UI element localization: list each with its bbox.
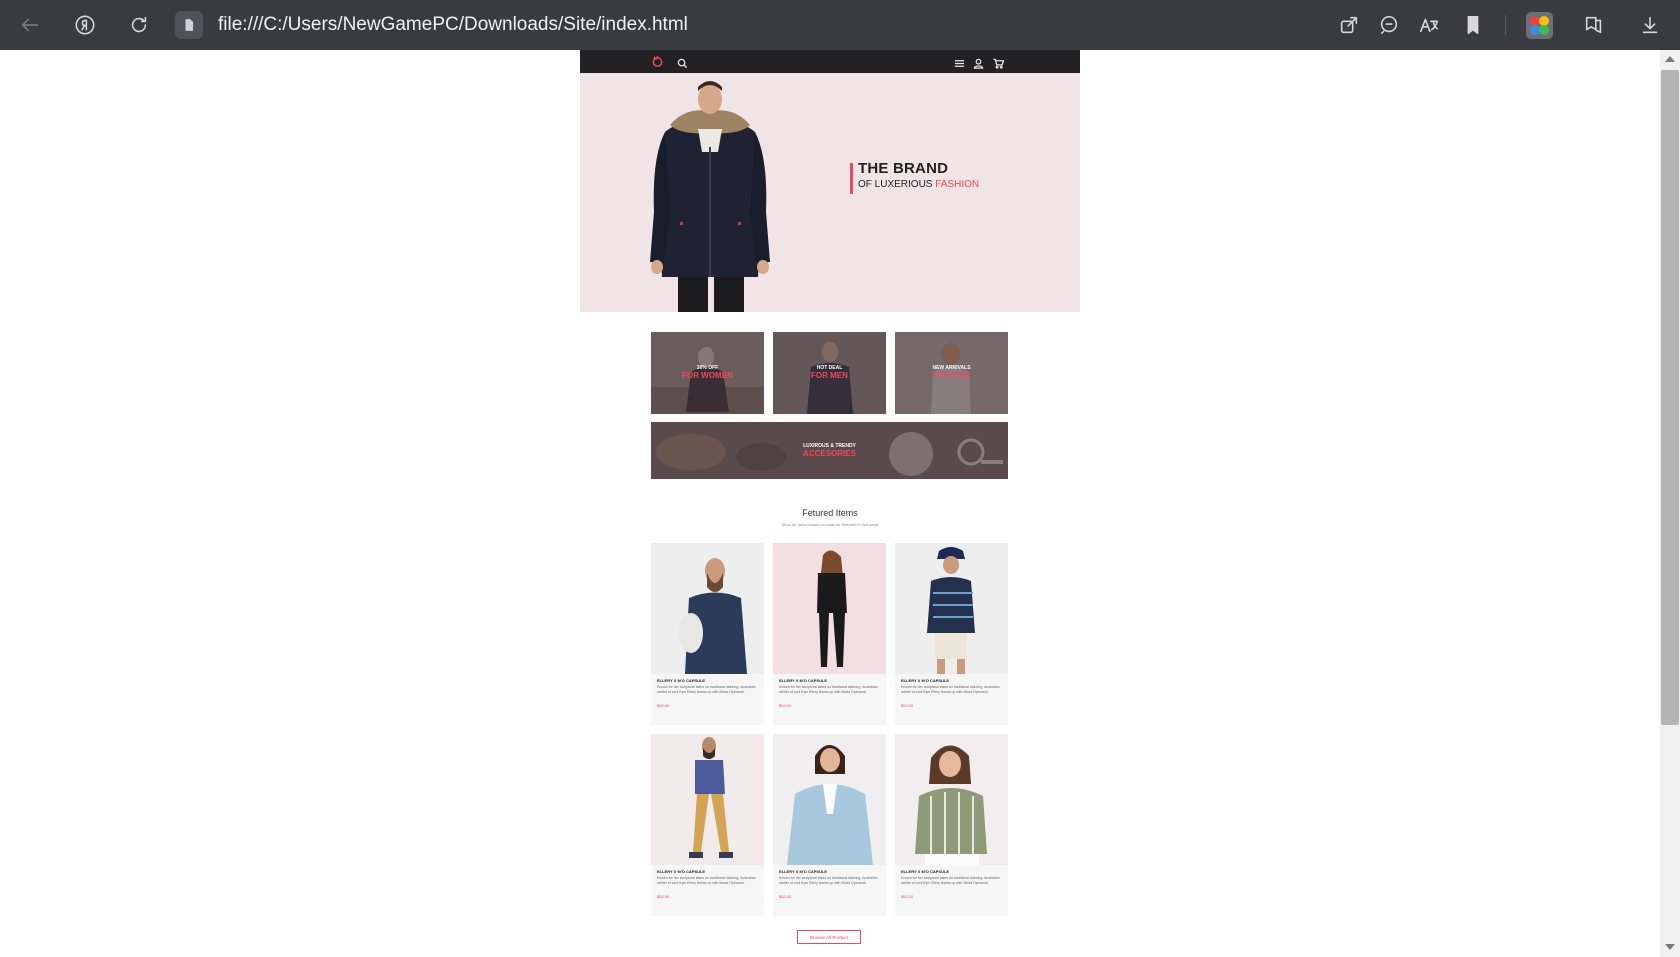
product-image bbox=[651, 543, 764, 674]
page-viewport: THE BRAND OF LUXERIOUS FASHION 30% OFF F… bbox=[0, 50, 1660, 957]
back-icon[interactable] bbox=[17, 12, 43, 38]
hero-subtitle-prefix: OF LUXERIOUS bbox=[858, 179, 933, 190]
hero-model-image bbox=[650, 81, 770, 312]
product-name[interactable]: ELLERY X M'O CAPSULE bbox=[779, 678, 827, 683]
menu-icon[interactable] bbox=[954, 56, 965, 67]
product-price: $52.00 bbox=[657, 703, 670, 708]
hero-title: THE BRAND bbox=[858, 160, 949, 177]
share-icon[interactable] bbox=[1336, 12, 1362, 38]
hero-subtitle-accent: FASHION bbox=[935, 179, 980, 190]
logo-icon[interactable] bbox=[651, 55, 664, 68]
hero-banner: THE BRAND OF LUXERIOUS FASHION bbox=[580, 73, 1080, 312]
product-card[interactable]: ELLERY X M'O CAPSULE Known for her sculp… bbox=[651, 734, 764, 916]
product-price: $52.00 bbox=[779, 894, 792, 899]
category-women[interactable]: 30% OFF FOR WOMEN bbox=[651, 332, 764, 414]
yandex-icon[interactable] bbox=[72, 12, 98, 38]
product-card[interactable]: ELLERY X M'O CAPSULE Known for her sculp… bbox=[895, 734, 1008, 916]
category-kids[interactable]: NEW ARRIVALS FOR KIDS bbox=[895, 332, 1008, 414]
product-price: $52.00 bbox=[657, 894, 670, 899]
product-description: Known for her sculptural takes on tradit… bbox=[901, 685, 1000, 694]
scrollbar-thumb[interactable] bbox=[1661, 70, 1679, 725]
hero-subtitle: OF LUXERIOUS FASHION bbox=[858, 179, 979, 190]
product-card[interactable]: ELLERY X M'O CAPSULE Known for her sculp… bbox=[773, 734, 886, 916]
address-bar[interactable]: file:///C:/Users/NewGamePC/Downloads/Sit… bbox=[218, 14, 688, 36]
featured-subtitle: Shop for items based on what we featured… bbox=[781, 522, 879, 527]
cart-icon[interactable] bbox=[993, 56, 1005, 69]
product-image bbox=[651, 734, 764, 865]
collections-icon[interactable] bbox=[1581, 12, 1607, 38]
product-price: $52.00 bbox=[901, 703, 914, 708]
product-name[interactable]: ELLERY X M'O CAPSULE bbox=[657, 869, 705, 874]
category-men-label: FOR MEN bbox=[811, 371, 848, 380]
browser-toolbar: file:///C:/Users/NewGamePC/Downloads/Sit… bbox=[0, 0, 1680, 50]
category-men[interactable]: HOT DEAL FOR MEN bbox=[773, 332, 886, 414]
bookmark-icon[interactable] bbox=[1460, 12, 1486, 38]
translate-icon[interactable] bbox=[1416, 12, 1442, 38]
product-description: Known for her sculptural takes on tradit… bbox=[657, 876, 756, 885]
category-women-label: FOR WOMEN bbox=[682, 371, 733, 380]
product-price: $52.00 bbox=[779, 703, 792, 708]
website: THE BRAND OF LUXERIOUS FASHION 30% OFF F… bbox=[580, 50, 1080, 957]
product-card[interactable]: ELLERY X M'O CAPSULE Known for her sculp… bbox=[773, 543, 886, 725]
product-name[interactable]: ELLERY X M'O CAPSULE bbox=[901, 869, 949, 874]
search-icon[interactable] bbox=[677, 56, 688, 69]
product-name[interactable]: ELLERY X M'O CAPSULE bbox=[779, 869, 827, 874]
browse-all-button[interactable]: Browse All Product bbox=[797, 930, 861, 944]
scroll-up-icon[interactable] bbox=[1665, 56, 1675, 62]
product-image bbox=[895, 734, 1008, 865]
hero-accent-bar bbox=[850, 163, 853, 194]
product-image bbox=[773, 543, 886, 674]
product-card[interactable]: ELLERY X M'O CAPSULE Known for her sculp… bbox=[895, 543, 1008, 725]
product-description: Known for her sculptural takes on tradit… bbox=[657, 685, 756, 694]
product-description: Known for her sculptural takes on tradit… bbox=[779, 685, 878, 694]
product-image bbox=[895, 543, 1008, 674]
chat-icon[interactable] bbox=[1376, 12, 1402, 38]
extension-icon[interactable] bbox=[1526, 12, 1553, 39]
category-kids-label: FOR KIDS bbox=[932, 371, 971, 380]
reload-icon[interactable] bbox=[126, 12, 152, 38]
product-name[interactable]: ELLERY X M'O CAPSULE bbox=[901, 678, 949, 683]
site-header bbox=[580, 50, 1080, 73]
product-price: $52.00 bbox=[901, 894, 914, 899]
product-description: Known for her sculptural takes on tradit… bbox=[779, 876, 878, 885]
category-accessories[interactable]: LUXIROUS & TRENDY ACCESORIES bbox=[651, 422, 1008, 479]
product-description: Known for her sculptural takes on tradit… bbox=[901, 876, 1000, 885]
product-image bbox=[773, 734, 886, 865]
scroll-down-icon[interactable] bbox=[1665, 944, 1675, 950]
file-icon[interactable] bbox=[175, 11, 203, 39]
user-icon[interactable] bbox=[973, 56, 984, 69]
featured-title: Fetured Items bbox=[802, 508, 858, 518]
toolbar-divider bbox=[1505, 15, 1506, 35]
product-name[interactable]: ELLERY X M'O CAPSULE bbox=[657, 678, 705, 683]
product-card[interactable]: ELLERY X M'O CAPSULE Known for her sculp… bbox=[651, 543, 764, 725]
accessories-label: ACCESORIES bbox=[803, 449, 856, 458]
download-icon[interactable] bbox=[1637, 12, 1663, 38]
